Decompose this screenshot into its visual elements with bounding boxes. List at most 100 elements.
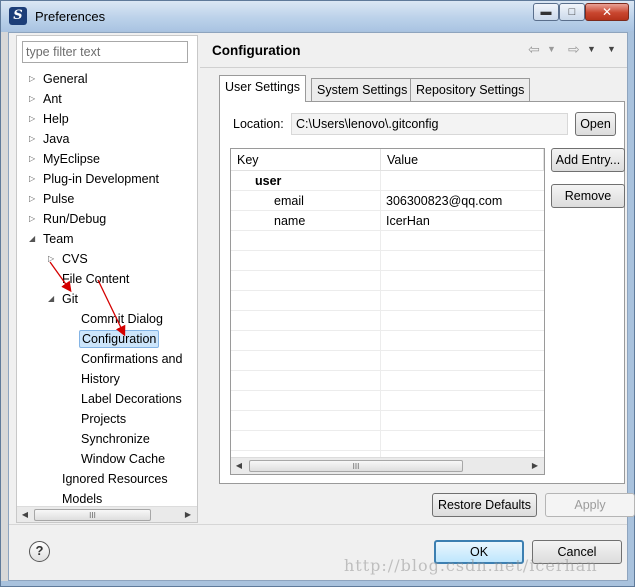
scroll-right-icon[interactable]: ▶ <box>527 458 543 474</box>
table-row[interactable] <box>231 331 544 351</box>
table-row[interactable] <box>231 251 544 271</box>
tree-item[interactable]: Models <box>17 489 197 506</box>
table-row[interactable] <box>231 231 544 251</box>
page-title: Configuration <box>212 43 301 58</box>
tree-item-label: Confirmations and <box>81 352 183 366</box>
back-arrow-icon[interactable]: ⇦ <box>528 41 540 58</box>
tree-item[interactable]: Window Cache <box>17 449 197 469</box>
tree-item[interactable]: Commit Dialog <box>17 309 197 329</box>
collapsed-triangle-icon[interactable]: ▷ <box>48 249 58 269</box>
collapsed-triangle-icon[interactable]: ▷ <box>29 69 39 89</box>
tree-item-label: Synchronize <box>81 432 150 446</box>
tree-item[interactable]: Projects <box>17 409 197 429</box>
key-cell: email <box>274 194 304 208</box>
collapsed-triangle-icon[interactable]: ▷ <box>29 89 39 109</box>
tab-repository-settings[interactable]: Repository Settings <box>410 78 531 102</box>
table-row[interactable] <box>231 391 544 411</box>
collapsed-triangle-icon[interactable]: ▷ <box>29 109 39 129</box>
maximize-button[interactable]: □ <box>559 3 585 21</box>
forward-menu-icon[interactable]: ▼ <box>587 44 596 54</box>
tree-item[interactable]: ▷ CVS <box>17 249 197 269</box>
collapsed-triangle-icon[interactable]: ▷ <box>29 169 39 189</box>
remove-button[interactable]: Remove <box>551 184 625 208</box>
table-row[interactable]: name IcerHan <box>231 211 544 231</box>
scrollbar-thumb[interactable]: III <box>249 460 463 472</box>
title-bar[interactable]: S Preferences ▬ □ ✕ <box>1 1 634 31</box>
tree-item-label: Git <box>62 292 78 306</box>
tree-item[interactable]: ◢ Git <box>17 289 197 309</box>
tree-item[interactable]: ▷ General <box>17 69 197 89</box>
table-row[interactable] <box>231 411 544 431</box>
key-cell: name <box>274 214 306 228</box>
title-separator <box>200 67 627 68</box>
tree-item[interactable]: ◢ Team <box>17 229 197 249</box>
tree-item-label: CVS <box>62 252 88 266</box>
value-cell: 306300823@qq.com <box>386 194 503 208</box>
back-menu-icon[interactable]: ▼ <box>547 44 556 54</box>
navigator-horizontal-scrollbar[interactable]: ◀ III ▶ <box>17 506 197 522</box>
minimize-button[interactable]: ▬ <box>533 3 559 21</box>
tree-item-label: Java <box>43 132 70 146</box>
help-icon[interactable]: ? <box>29 541 50 562</box>
tree-item[interactable]: Synchronize <box>17 429 197 449</box>
tree-item[interactable]: ▷ Ant <box>17 89 197 109</box>
column-divider <box>380 171 381 474</box>
collapsed-triangle-icon[interactable]: ▷ <box>29 209 39 229</box>
table-row[interactable] <box>231 291 544 311</box>
table-row[interactable]: user <box>231 171 544 191</box>
tree-item[interactable]: History <box>17 369 197 389</box>
watermark: http://blog.csdn.net/icerhan <box>344 556 598 575</box>
tree-item[interactable]: ▷ Plug-in Development <box>17 169 197 189</box>
scroll-left-icon[interactable]: ◀ <box>231 458 247 474</box>
column-header-value[interactable]: Value <box>381 149 544 171</box>
collapsed-triangle-icon[interactable]: ▷ <box>29 189 39 209</box>
column-header-key[interactable]: Key <box>231 149 381 171</box>
scroll-right-icon[interactable]: ▶ <box>180 507 196 523</box>
table-row[interactable] <box>231 311 544 331</box>
table-row[interactable] <box>231 431 544 451</box>
button-bar-separator <box>9 524 627 525</box>
tree-item[interactable]: Ignored Resources <box>17 469 197 489</box>
table-row[interactable] <box>231 351 544 371</box>
apply-button[interactable]: Apply <box>545 493 635 517</box>
expanded-triangle-icon[interactable]: ◢ <box>48 289 58 309</box>
expanded-triangle-icon[interactable]: ◢ <box>29 229 39 249</box>
tree-item[interactable]: ▷ Run/Debug <box>17 209 197 229</box>
location-field: C:\Users\lenovo\.gitconfig <box>291 113 568 135</box>
tree-item[interactable]: ▷ Pulse <box>17 189 197 209</box>
close-button[interactable]: ✕ <box>585 3 629 21</box>
tree-item-label: Label Decorations <box>81 392 182 406</box>
preferences-window: S Preferences ▬ □ ✕ ▷ General ▷ Ant ▷ Help ▷ Ja… <box>0 0 635 587</box>
config-table[interactable]: Key Value user email 306300823@qq.com name I… <box>230 148 545 475</box>
forward-arrow-icon[interactable]: ⇨ <box>568 41 580 58</box>
tree-item[interactable]: Configuration <box>17 329 197 349</box>
table-row[interactable]: email 306300823@qq.com <box>231 191 544 211</box>
tab-user-settings[interactable]: User Settings <box>219 75 307 102</box>
tree-item[interactable]: Label Decorations <box>17 389 197 409</box>
collapsed-triangle-icon[interactable]: ▷ <box>29 149 39 169</box>
tree-item-label: Plug-in Development <box>43 172 160 186</box>
tree-item[interactable]: ▷ Help <box>17 109 197 129</box>
view-menu-icon[interactable]: ▼ <box>607 44 616 54</box>
table-row[interactable] <box>231 271 544 291</box>
tree-item[interactable]: File Content <box>17 269 197 289</box>
tree-item-label: Configuration <box>79 330 160 348</box>
table-horizontal-scrollbar[interactable]: ◀ III ▶ <box>231 457 544 474</box>
add-entry-button[interactable]: Add Entry... <box>551 148 625 172</box>
tree-item[interactable]: ▷ Java <box>17 129 197 149</box>
open-button[interactable]: Open <box>575 112 616 136</box>
tab-system-settings[interactable]: System Settings <box>311 78 414 102</box>
table-row[interactable] <box>231 371 544 391</box>
scroll-left-icon[interactable]: ◀ <box>17 507 33 523</box>
minimize-icon: ▬ <box>540 6 552 18</box>
grip-icon: III <box>352 462 360 471</box>
tree-item-label: Run/Debug <box>43 212 107 226</box>
scrollbar-thumb[interactable]: III <box>34 509 151 521</box>
collapsed-triangle-icon[interactable]: ▷ <box>29 129 39 149</box>
filter-input[interactable] <box>22 41 188 63</box>
tree-item[interactable]: ▷ MyEclipse <box>17 149 197 169</box>
preference-navigator: ▷ General ▷ Ant ▷ Help ▷ Java ▷ MyEclipse ▷ Plug-in… <box>16 35 198 523</box>
maximize-icon: □ <box>568 6 576 18</box>
tree-item[interactable]: Confirmations and <box>17 349 197 369</box>
restore-defaults-button[interactable]: Restore Defaults <box>432 493 537 517</box>
